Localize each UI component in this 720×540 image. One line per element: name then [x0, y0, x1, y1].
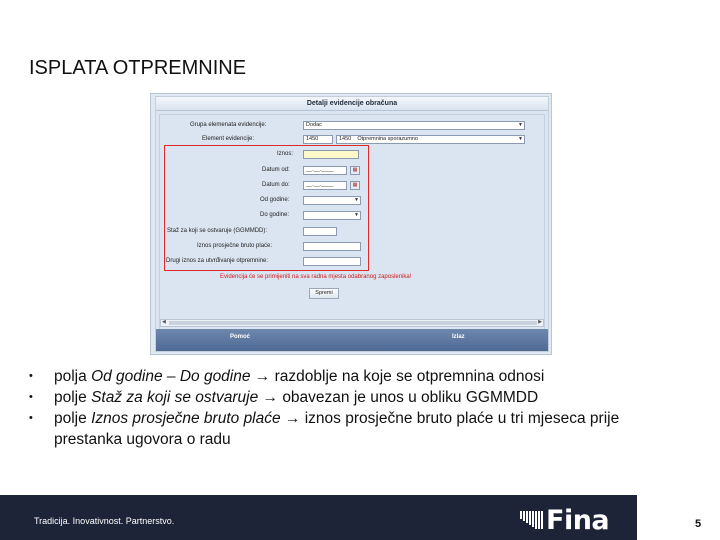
- logo-bars-icon: [520, 511, 543, 529]
- page-number: 5: [695, 518, 702, 530]
- form-area: Grupa elemenata evidencije: Dodac ▼ Elem…: [159, 114, 545, 330]
- bullet-item: • polje Iznos prosječne bruto plaće → iz…: [29, 408, 689, 450]
- embedded-screenshot: Detalji evidencije obračuna Grupa elemen…: [150, 93, 552, 355]
- bullet-pre: polje: [54, 389, 92, 406]
- grupa-label: Grupa elemenata evidencije:: [190, 122, 267, 128]
- panel-title: Detalji evidencije obračuna: [156, 97, 548, 111]
- panel-footer: Pomoć Izlaz: [156, 329, 548, 351]
- element-label: Element evidencije:: [202, 136, 255, 142]
- scroll-left-icon[interactable]: ◀: [162, 319, 166, 325]
- exit-button[interactable]: Izlaz: [452, 334, 465, 340]
- element-code2: 1450: [339, 136, 352, 142]
- form-window: Detalji evidencije obračuna Grupa elemen…: [155, 96, 549, 352]
- warning-text: Evidencija će se primijeniti na sva radn…: [220, 274, 412, 280]
- logo-word: Fina: [546, 504, 610, 536]
- scrollbar-thumb[interactable]: [169, 321, 537, 325]
- horizontal-scrollbar[interactable]: ◀ ▶: [160, 319, 544, 327]
- help-button[interactable]: Pomoć: [230, 334, 250, 340]
- bullet-pre: polja: [54, 368, 92, 385]
- bullet-list: • polja Od godine – Do godine → razdoblj…: [29, 366, 689, 450]
- grupa-select[interactable]: Dodac ▼: [303, 121, 525, 130]
- element-name: Otpremnina sporazumno: [357, 136, 418, 142]
- chevron-down-icon: ▼: [518, 136, 523, 142]
- element-select[interactable]: 1450 Otpremnina sporazumno ▼: [336, 135, 525, 144]
- bullet-post: → obavezan je unos u obliku GGMMDD: [258, 389, 539, 406]
- tagline: Tradicija. Inovativnost. Partnerstvo.: [34, 516, 175, 526]
- bullet-em: Od godine – Do godine: [91, 368, 251, 385]
- element-code-field[interactable]: 1450: [303, 135, 333, 144]
- bullet-icon: •: [29, 391, 33, 403]
- bullet-em: Iznos prosječne bruto plaće: [91, 410, 281, 427]
- save-button[interactable]: Spremi: [309, 288, 339, 299]
- scroll-right-icon[interactable]: ▶: [538, 319, 542, 325]
- chevron-down-icon: ▼: [518, 122, 523, 128]
- bullet-item: • polja Od godine – Do godine → razdoblj…: [29, 366, 689, 387]
- bullet-post: → razdoblje na koje se otpremnina odnosi: [250, 368, 545, 385]
- bullet-icon: •: [29, 370, 33, 382]
- bullet-icon: •: [29, 412, 33, 424]
- fina-logo: Fina: [520, 504, 610, 536]
- grupa-value: Dodac: [306, 122, 322, 128]
- bullet-pre: polje: [54, 410, 92, 427]
- bullet-item: • polje Staž za koji se ostvaruje → obav…: [29, 387, 689, 408]
- bullet-em: Staž za koji se ostvaruje: [91, 389, 259, 406]
- highlight-box: [164, 145, 369, 271]
- slide-title: ISPLATA OTPREMNINE: [29, 57, 247, 79]
